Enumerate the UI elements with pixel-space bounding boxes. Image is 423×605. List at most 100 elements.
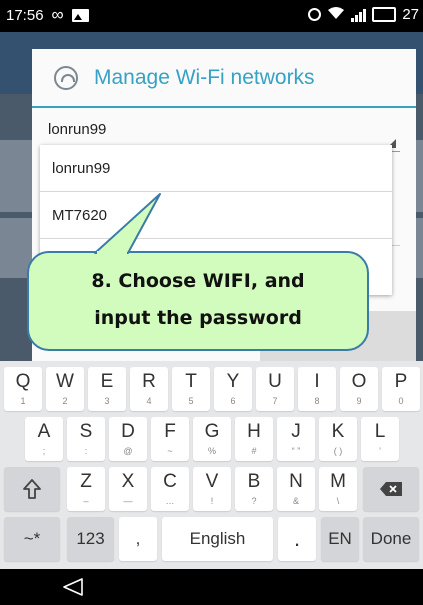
key-sub-label: @ — [123, 446, 133, 456]
key-main-label: T — [185, 371, 197, 392]
key-sub-label: \ — [336, 496, 340, 506]
title-divider — [32, 106, 416, 108]
key-x[interactable]: X — — [109, 467, 147, 511]
dialog-title: Manage Wi-Fi networks — [94, 66, 315, 89]
key-main-label: Z — [80, 471, 92, 492]
key-main-label: J — [291, 421, 301, 442]
key-l[interactable]: L’ — [361, 417, 399, 461]
key-n[interactable]: N & — [277, 467, 315, 511]
key-sub-label: : — [84, 446, 88, 456]
key-s[interactable]: S: — [67, 417, 105, 461]
back-triangle-icon[interactable] — [62, 578, 84, 596]
key-sub-label: 5 — [188, 396, 194, 406]
key-sub-label: 8 — [314, 396, 320, 406]
key-r[interactable]: R4 — [130, 367, 168, 411]
key-main-label: A — [37, 421, 51, 442]
key-o[interactable]: O9 — [340, 367, 378, 411]
numbers-key[interactable]: 123 — [67, 517, 114, 561]
callout-line-2: input the password — [94, 307, 302, 329]
dropdown-item-mt7620[interactable]: MT7620 — [40, 192, 392, 239]
key-main-label: E — [100, 371, 114, 392]
key-label: Done — [370, 529, 412, 548]
key-d[interactable]: D @ — [109, 417, 147, 461]
dropdown-item-label: lonrun99 — [52, 160, 111, 177]
key-sub-label: # — [251, 446, 257, 456]
soft-keyboard: Q1 W2 E3 R4 T5 Y6 U7 I8 O9 P0 A; S: D @ F… — [0, 361, 423, 569]
key-main-label: C — [163, 471, 177, 492]
key-sub-label: ( ) — [333, 446, 343, 456]
key-m[interactable]: M \ — [319, 467, 357, 511]
key-q[interactable]: Q1 — [4, 367, 42, 411]
key-t[interactable]: T5 — [172, 367, 210, 411]
period-key[interactable]: . — [278, 517, 316, 561]
key-b[interactable]: B? — [235, 467, 273, 511]
key-v[interactable]: V! — [193, 467, 231, 511]
key-h[interactable]: H # — [235, 417, 273, 461]
key-label: 123 — [76, 529, 105, 548]
key-main-label: Y — [226, 371, 240, 392]
key-sub-label: 0 — [398, 396, 404, 406]
key-main-label: M — [330, 471, 346, 492]
key-label: English — [189, 529, 246, 548]
key-sub-label: 3 — [104, 396, 110, 406]
key-sub-label: ~ — [167, 446, 173, 456]
battery-level: 27 — [402, 6, 419, 23]
key-sub-label: … — [165, 496, 175, 506]
key-p[interactable]: P0 — [382, 367, 420, 411]
key-g[interactable]: G% — [193, 417, 231, 461]
key-a[interactable]: A; — [25, 417, 63, 461]
key-label: EN — [328, 529, 352, 548]
dialog-header: Manage Wi-Fi networks — [32, 49, 416, 108]
key-main-label: W — [56, 371, 74, 392]
key-c[interactable]: C… — [151, 467, 189, 511]
backspace-icon — [380, 482, 402, 496]
comma-key[interactable]: , — [119, 517, 157, 561]
key-label: , — [135, 529, 141, 548]
key-main-label: F — [164, 421, 176, 442]
infinity-icon: ∞ — [51, 5, 64, 24]
done-key[interactable]: Done — [363, 517, 419, 561]
shift-key[interactable] — [4, 467, 60, 511]
key-sub-label: – — [83, 496, 89, 506]
key-j[interactable]: J “ ” — [277, 417, 315, 461]
signal-icon — [351, 8, 367, 22]
selected-network: lonrun99 — [48, 121, 107, 138]
key-w[interactable]: W2 — [46, 367, 84, 411]
key-label: ~* — [23, 529, 41, 548]
alarm-icon — [308, 8, 322, 21]
key-e[interactable]: E3 — [88, 367, 126, 411]
symbols-key[interactable]: ~* — [4, 517, 60, 561]
callout-text: 8. Choose WIFI, and input the password — [27, 263, 369, 337]
delete-key[interactable] — [363, 467, 419, 511]
key-sub-label: ? — [251, 496, 257, 506]
key-sub-label: & — [292, 496, 299, 506]
space-key[interactable]: English — [162, 517, 273, 561]
key-main-label: L — [374, 421, 386, 442]
wifi-icon — [327, 6, 345, 23]
key-sub-label: ; — [42, 446, 46, 456]
key-y[interactable]: Y6 — [214, 367, 252, 411]
key-main-label: H — [247, 421, 261, 442]
key-main-label: G — [204, 421, 220, 442]
key-sub-label: 2 — [62, 396, 68, 406]
key-u[interactable]: U7 — [256, 367, 294, 411]
shift-up-icon — [23, 479, 41, 499]
status-bar: 17:56 ∞ 27 — [0, 0, 423, 32]
navigation-bar — [0, 569, 423, 605]
language-key[interactable]: EN — [321, 517, 359, 561]
key-sub-label: % — [207, 446, 216, 456]
key-k[interactable]: K ( ) — [319, 417, 357, 461]
wifi-settings-icon — [54, 66, 78, 90]
key-main-label: B — [247, 471, 261, 492]
key-i[interactable]: I8 — [298, 367, 336, 411]
key-sub-label: 7 — [272, 396, 278, 406]
image-icon — [71, 8, 89, 22]
key-sub-label: 4 — [146, 396, 152, 406]
key-z[interactable]: Z – — [67, 467, 105, 511]
key-f[interactable]: F ~ — [151, 417, 189, 461]
dropdown-item-lonrun99[interactable]: lonrun99 — [40, 145, 392, 192]
key-sub-label: 6 — [230, 396, 236, 406]
key-main-label: K — [331, 421, 345, 442]
key-main-label: D — [121, 421, 135, 442]
key-main-label: S — [79, 421, 93, 442]
